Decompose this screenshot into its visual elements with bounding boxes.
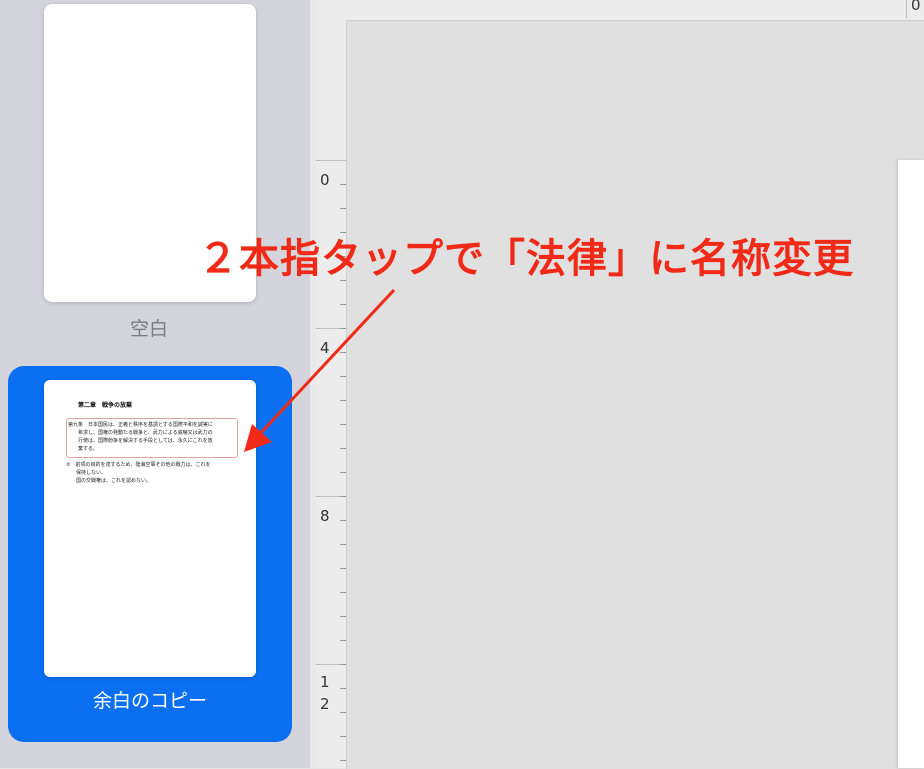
slide-canvas[interactable] (346, 20, 924, 769)
doc-line: 棄する。 (68, 446, 99, 452)
doc-line: 第九条 日本国民は、正義と秩序を基調とする国際平和を誠実に (68, 422, 213, 428)
doc-line: ② 前項の目的を達するため、陸海空軍その他の戦力は、これを (66, 462, 211, 468)
doc-line: 国の交戦権は、これを認めない。 (66, 478, 152, 484)
ruler-label: 2 (320, 695, 330, 713)
ruler-major-tick (316, 160, 346, 161)
annotation-text: ２本指タップで「法律」に名称変更 (198, 236, 854, 282)
slide-thumbnail-copy[interactable]: 第二章 戦争の放棄 第九条 日本国民は、正義と秩序を基調とする国際平和を誠実に … (44, 380, 256, 677)
selected-slide-highlight[interactable]: 第二章 戦争の放棄 第九条 日本国民は、正義と秩序を基調とする国際平和を誠実に … (8, 366, 292, 742)
left-ruler (316, 20, 346, 768)
doc-chapter-title: 第二章 戦争の放棄 (78, 402, 133, 409)
top-ruler (316, 0, 924, 20)
ruler-label: 4 (320, 339, 330, 357)
ruler-label: 1 (320, 673, 330, 691)
slide-label-blank: 空白 (129, 318, 168, 340)
slide-sidebar: 空白 第二章 戦争の放棄 第九条 日本国民は、正義と秩序を基調とする国際平和を誠… (0, 0, 310, 768)
doc-line: 希求し、国権の発動たる戦争と、武力による威嚇又は武力の (68, 430, 213, 436)
top-ruler-label: 0 (906, 0, 921, 18)
doc-line: 行使は、国際紛争を解決する手段としては、永久にこれを放 (68, 438, 213, 444)
doc-line: 保持しない。 (66, 470, 107, 476)
ruler-label: 0 (320, 171, 330, 189)
page-edge (898, 160, 924, 768)
ruler-label: 8 (320, 507, 330, 525)
slide-label-copy: 余白のコピー (92, 690, 207, 712)
